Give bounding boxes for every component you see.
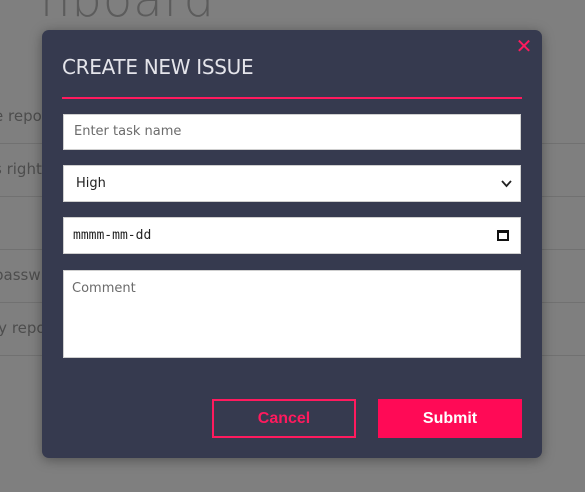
title-divider [62,97,522,99]
cancel-button[interactable]: Cancel [212,399,356,438]
priority-select-value: High [76,176,106,191]
comment-textarea[interactable]: Comment [63,270,521,358]
calendar-icon[interactable] [497,230,509,241]
task-name-input[interactable]: Enter task name [63,114,521,150]
close-icon[interactable]: ✕ [514,36,534,56]
submit-button[interactable]: Submit [378,399,522,438]
create-issue-modal: ✕ CREATE NEW ISSUE Enter task name High … [42,30,542,458]
modal-title: CREATE NEW ISSUE [62,55,254,79]
date-input-placeholder: mmmm-mm-dd [73,228,152,243]
chevron-down-icon [501,166,512,215]
priority-select[interactable]: High [63,165,521,202]
due-date-input[interactable]: mmmm-mm-dd [63,217,521,254]
